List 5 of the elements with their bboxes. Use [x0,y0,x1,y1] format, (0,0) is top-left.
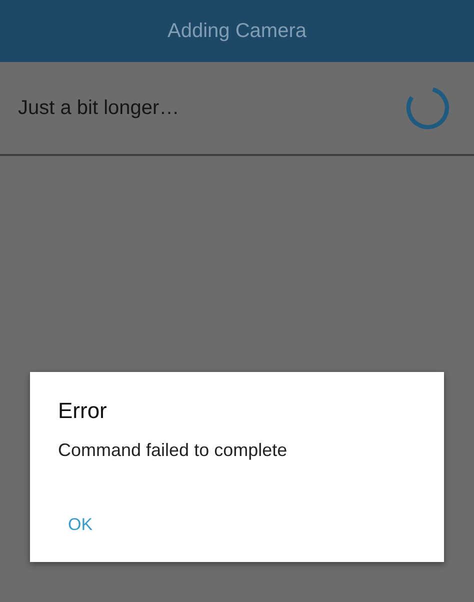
app-title: Adding Camera [168,20,306,42]
dialog-title: Error [58,398,108,424]
status-text: Just a bit longer… [18,96,180,120]
dialog-message: Command failed to complete [58,440,288,461]
ok-button[interactable]: OK [56,511,105,539]
